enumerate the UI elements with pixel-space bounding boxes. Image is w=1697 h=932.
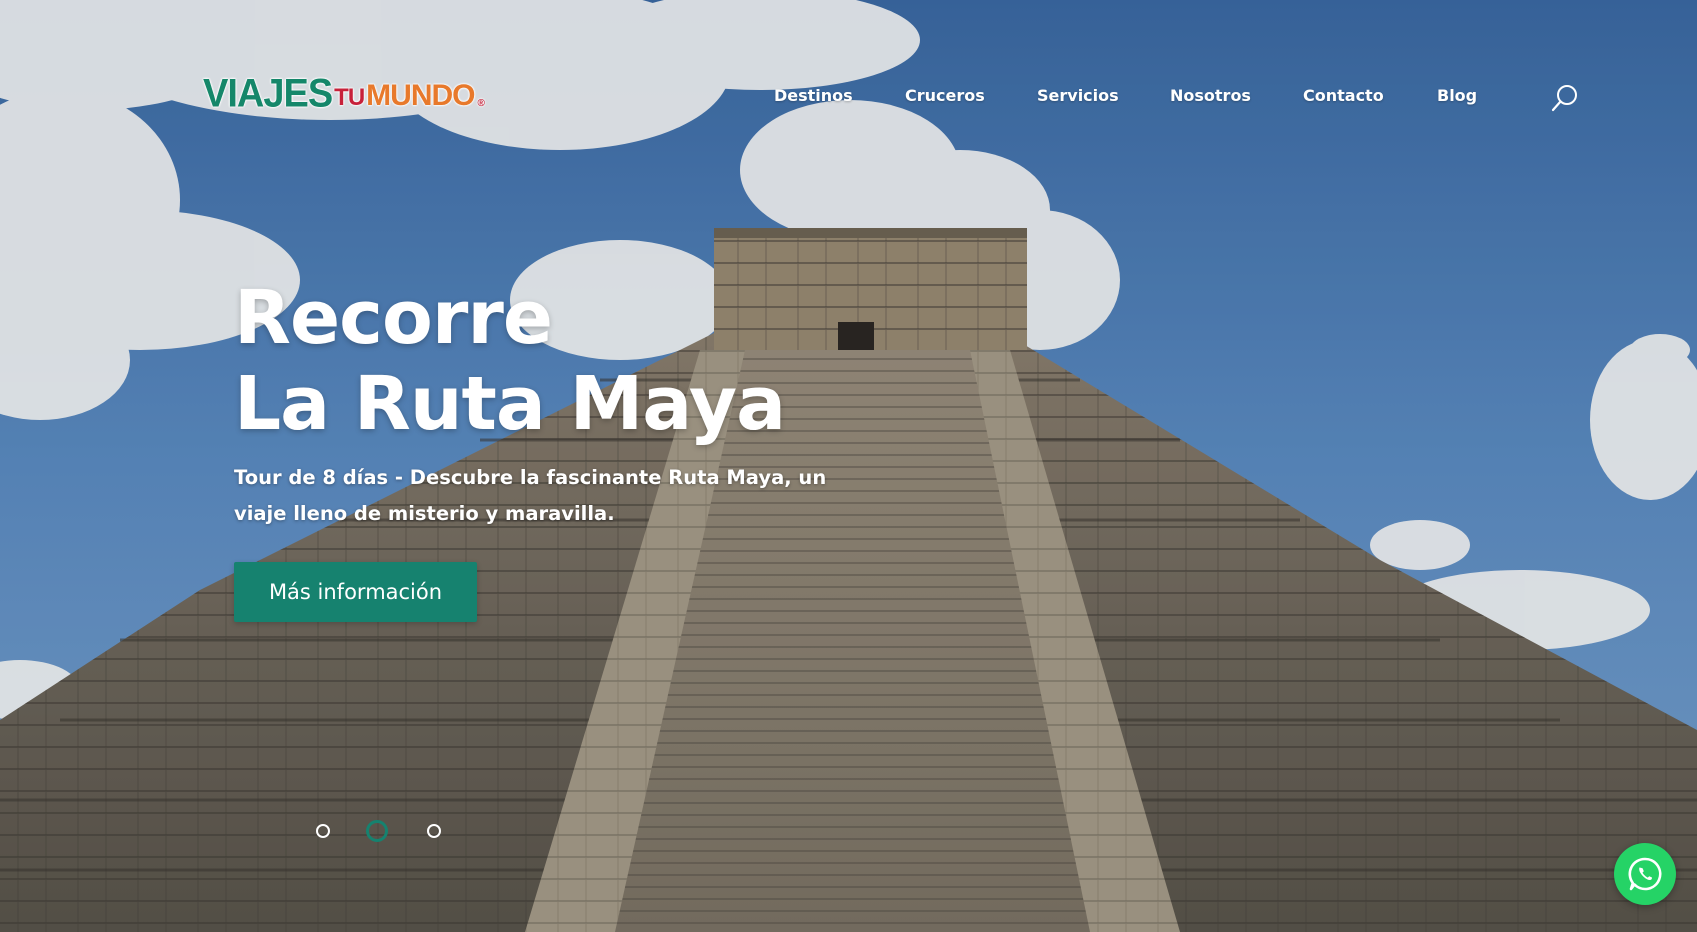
- nav-item-nosotros[interactable]: Nosotros: [1170, 86, 1251, 105]
- hero-subtitle: Tour de 8 días - Descubre la fascinante …: [234, 466, 827, 525]
- nav-item-contacto[interactable]: Contacto: [1303, 86, 1384, 105]
- more-info-button[interactable]: Más información: [234, 562, 477, 622]
- nav-item-destinos[interactable]: Destinos: [774, 86, 853, 105]
- slider-dot-2-active[interactable]: [366, 820, 388, 842]
- logo-text-tu: TU: [334, 84, 365, 111]
- slider-dot-3[interactable]: [427, 824, 441, 838]
- nav-item-servicios[interactable]: Servicios: [1037, 86, 1119, 105]
- logo-registered-mark: ®: [477, 98, 485, 109]
- hero-title: Recorre La Ruta Maya: [234, 275, 786, 447]
- site-logo[interactable]: VIAJES TU MUNDO ®: [203, 71, 485, 117]
- hero-title-line-1: Recorre: [234, 275, 553, 361]
- search-button[interactable]: [1551, 84, 1579, 112]
- logo-text-viajes: VIAJES: [203, 71, 333, 117]
- whatsapp-button[interactable]: [1614, 843, 1676, 905]
- slider-pagination: [316, 820, 446, 844]
- nav-item-blog[interactable]: Blog: [1437, 86, 1477, 105]
- whatsapp-icon: [1628, 857, 1662, 891]
- search-icon: [1551, 85, 1577, 112]
- logo-text-mundo: MUNDO: [366, 79, 475, 112]
- hero-banner: VIAJES TU MUNDO ® Destinos Cruceros Serv…: [0, 0, 1697, 932]
- slider-dot-1[interactable]: [316, 824, 330, 838]
- nav-item-cruceros[interactable]: Cruceros: [905, 86, 985, 105]
- site-header: VIAJES TU MUNDO ® Destinos Cruceros Serv…: [0, 0, 1697, 200]
- hero-title-line-2: La Ruta Maya: [234, 361, 786, 447]
